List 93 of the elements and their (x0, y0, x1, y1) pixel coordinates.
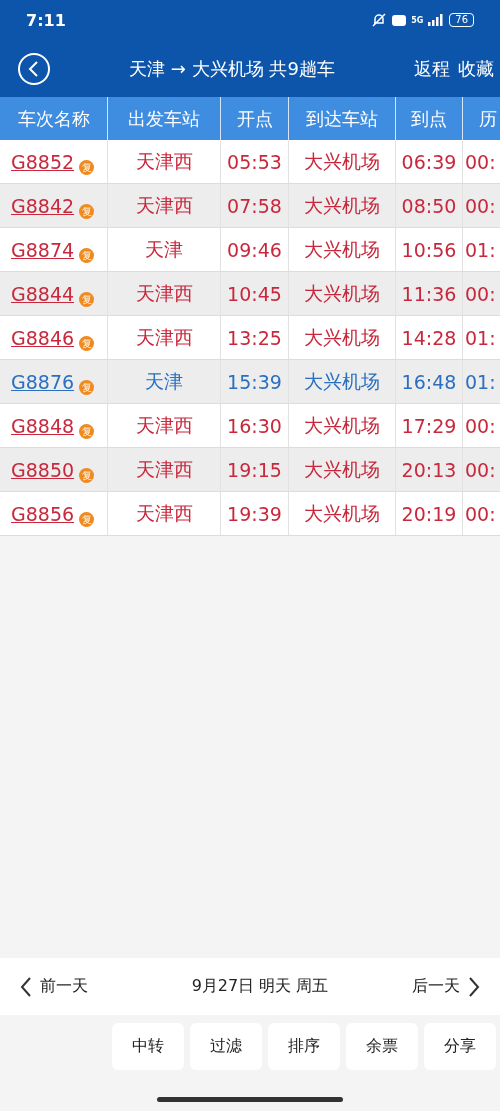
train-row[interactable]: G8842 复 天津西 07:58 大兴机场 08:50 00: (0, 184, 500, 228)
table-cell: 大兴机场 (288, 140, 395, 183)
table-cell: 大兴机场 (288, 404, 395, 447)
status-time: 7:11 (26, 10, 66, 30)
toolbar-button[interactable]: 余票 (346, 1023, 418, 1070)
table-cell: 14:28 (395, 316, 462, 359)
table-cell: 16:30 (220, 404, 288, 447)
date-label: 9月27日 明天 周五 (190, 976, 329, 997)
train-number-link[interactable]: G8848 (11, 414, 79, 437)
train-row[interactable]: G8856 复 天津西 19:39 大兴机场 20:19 00: (0, 492, 500, 536)
train-number-link[interactable]: G8874 (11, 238, 79, 261)
signal-icon (428, 14, 445, 26)
table-cell: 大兴机场 (288, 184, 395, 227)
table-cell: 00: (462, 492, 500, 535)
table-cell: 00: (462, 404, 500, 447)
table-cell: 天津 (107, 228, 220, 271)
table-cell: 05:53 (220, 140, 288, 183)
previous-day-button[interactable]: 前一天 (20, 975, 88, 998)
table-cell: 16:48 (395, 360, 462, 403)
table-cell: 大兴机场 (288, 492, 395, 535)
train-row[interactable]: G8852 复 天津西 05:53 大兴机场 06:39 00: (0, 140, 500, 184)
table-cell: 17:29 (395, 404, 462, 447)
train-number-link[interactable]: G8852 (11, 150, 79, 173)
badge: 复 (79, 292, 95, 307)
next-day-button[interactable]: 后一天 (412, 975, 480, 998)
train-number-link[interactable]: G8842 (11, 194, 79, 217)
train-row[interactable]: G8848 复 天津西 16:30 大兴机场 17:29 00: (0, 404, 500, 448)
table-cell: 19:15 (220, 448, 288, 491)
train-row[interactable]: G8844 复 天津西 10:45 大兴机场 11:36 00: (0, 272, 500, 316)
table-cell: 天津西 (107, 184, 220, 227)
train-number-link[interactable]: G8850 (11, 458, 79, 481)
table-cell: 天津西 (107, 272, 220, 315)
table-cell: 天津西 (107, 316, 220, 359)
back-icon (28, 60, 40, 77)
table-cell: 00: (462, 140, 500, 183)
table-cell: 大兴机场 (288, 316, 395, 359)
table-cell: 19:39 (220, 492, 288, 535)
table-cell: 06:39 (395, 140, 462, 183)
network-label: 5G (411, 15, 424, 25)
train-number-link[interactable]: G8856 (11, 502, 79, 525)
battery-level: 76 (449, 13, 474, 27)
table-cell: 00: (462, 272, 500, 315)
table-cell: 10:45 (220, 272, 288, 315)
badge: 复 (79, 380, 95, 395)
table-cell: 大兴机场 (288, 448, 395, 491)
table-cell: 01: (462, 316, 500, 359)
back-button[interactable] (18, 52, 50, 85)
table-cell: 天津西 (107, 140, 220, 183)
table-cell: 天津西 (107, 448, 220, 491)
badge: 复 (79, 248, 95, 263)
badge: 复 (79, 468, 95, 483)
table-cell: 15:39 (220, 360, 288, 403)
badge: 复 (79, 424, 95, 439)
table-cell: 10:56 (395, 228, 462, 271)
badge: 复 (79, 160, 95, 175)
badge: 复 (79, 336, 95, 351)
page-title: 天津 → 大兴机场 共9趟车 (128, 56, 336, 81)
chevron-left-icon (20, 975, 32, 998)
header-action[interactable]: 收藏 (450, 56, 494, 81)
table-cell: 01: (462, 360, 500, 403)
table-cell: 01: (462, 228, 500, 271)
train-number-link[interactable]: G8846 (11, 326, 79, 349)
table-cell: 08:50 (395, 184, 462, 227)
table-cell: 天津 (107, 360, 220, 403)
table-cell: 07:58 (220, 184, 288, 227)
table-cell: 大兴机场 (288, 360, 395, 403)
train-number-link[interactable]: G8876 (11, 370, 79, 393)
badge: 复 (79, 204, 95, 219)
mute-icon (371, 13, 388, 27)
badge: 复 (79, 512, 95, 527)
column-header[interactable]: 车次名称 (0, 97, 107, 140)
table-cell: 11:36 (395, 272, 462, 315)
table-cell: 13:25 (220, 316, 288, 359)
table-cell: 天津西 (107, 492, 220, 535)
train-number-link[interactable]: G8844 (11, 282, 79, 305)
table-cell: 00: (462, 448, 500, 491)
train-row[interactable]: G8874 复 天津 09:46 大兴机场 10:56 01: (0, 228, 500, 272)
toolbar-button[interactable]: 分享 (424, 1023, 496, 1070)
train-row[interactable]: G8876 复 天津 15:39 大兴机场 16:48 01: (0, 360, 500, 404)
train-row[interactable]: G8846 复 天津西 13:25 大兴机场 14:28 01: (0, 316, 500, 360)
table-cell: 20:13 (395, 448, 462, 491)
table-cell: 天津西 (107, 404, 220, 447)
toolbar-button[interactable]: 过滤 (190, 1023, 262, 1070)
table-cell: 大兴机场 (288, 272, 395, 315)
toolbar-button[interactable]: 中转 (112, 1023, 184, 1070)
table-cell: 20:19 (395, 492, 462, 535)
table-cell: 00: (462, 184, 500, 227)
train-row[interactable]: G8850 复 天津西 19:15 大兴机场 20:13 00: (0, 448, 500, 492)
header-action[interactable]: 返程 (406, 56, 450, 81)
toolbar-button[interactable]: 排序 (268, 1023, 340, 1070)
table-cell: 09:46 (220, 228, 288, 271)
chevron-right-icon (468, 975, 480, 998)
table-cell: 大兴机场 (288, 228, 395, 271)
